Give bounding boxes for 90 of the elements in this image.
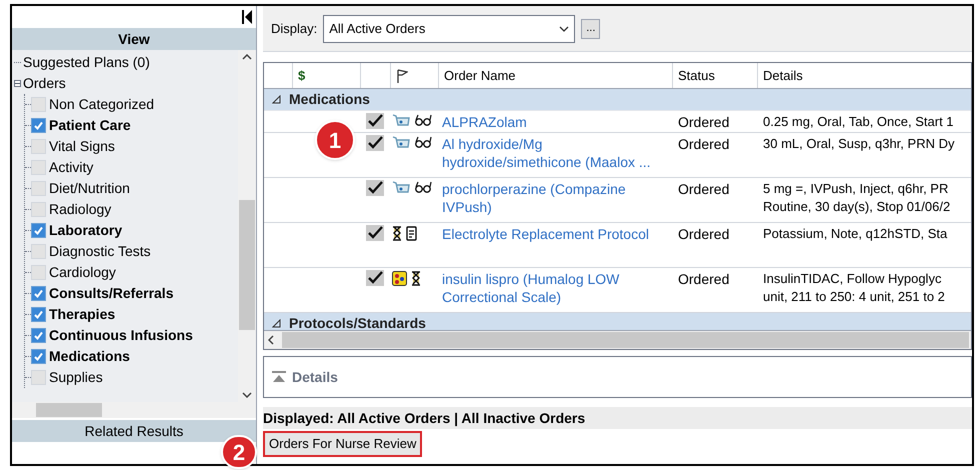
checkbox[interactable]: [31, 328, 46, 343]
checkbox[interactable]: [31, 307, 46, 322]
status-cell-text: Ordered: [677, 135, 730, 154]
flag-icon: [396, 68, 408, 82]
checkbox[interactable]: [31, 181, 46, 196]
order-name-link[interactable]: Electrolyte Replacement Protocol: [438, 223, 672, 267]
checkbox[interactable]: [31, 160, 46, 175]
scroll-up-icon[interactable]: [242, 54, 252, 60]
status-cell-text: Ordered: [677, 180, 730, 199]
checkbox[interactable]: [31, 97, 46, 112]
tree-item[interactable]: Continuous Infusions: [49, 325, 193, 346]
details-cell-text: 5 mg =, IVPush, Inject, q6hr, PR Routine, 30 day(s), Stop 01/06/2: [762, 180, 952, 216]
checkbox[interactable]: [366, 113, 384, 129]
displayed-filter-text: Displayed: All Active Orders | All Inactive Orders: [263, 408, 586, 428]
scrollbar[interactable]: [264, 330, 971, 349]
column-header[interactable]: Order Name: [438, 63, 672, 88]
scroll-thumb[interactable]: [239, 200, 255, 330]
tree-item[interactable]: Supplies: [49, 367, 103, 388]
scrollbar[interactable]: [238, 50, 256, 402]
details-cell-text: Potassium, Note, q12hSTD, Sta: [762, 225, 948, 243]
tree-item[interactable]: Non Categorized: [49, 94, 154, 115]
expand-triangle-icon[interactable]: [272, 95, 281, 104]
checkbox[interactable]: [366, 135, 384, 151]
panel-header[interactable]: Related Results: [12, 420, 256, 442]
checkbox[interactable]: [31, 265, 46, 280]
tree-item[interactable]: Diagnostic Tests: [49, 241, 151, 262]
checkbox[interactable]: [31, 349, 46, 364]
hourglass-icon: [392, 226, 402, 241]
column-header[interactable]: Details: [757, 63, 971, 88]
tree-item[interactable]: Radiology: [49, 199, 112, 220]
column-header[interactable]: Status: [672, 63, 757, 88]
checkbox[interactable]: [31, 118, 46, 133]
cart-icon: [392, 136, 410, 150]
display-label: Display:: [271, 20, 318, 38]
order-name-link[interactable]: insulin lispro (Humalog LOW Correctional Scale): [438, 268, 672, 312]
tree-item[interactable]: Vital Signs: [49, 136, 115, 157]
checkbox[interactable]: [31, 223, 46, 238]
tree-item[interactable]: Consults/Referrals: [49, 283, 174, 304]
order-name-link[interactable]: Al hydroxide/Mg hydroxide/simethicone (Maalox ...: [438, 133, 672, 177]
glasses-icon: [414, 136, 432, 148]
checkbox[interactable]: [366, 270, 384, 286]
tree-item[interactable]: Medications: [49, 346, 130, 367]
molecule-icon: [392, 271, 407, 286]
order-name-link[interactable]: prochlorperazine (Compazine IVPush): [438, 178, 672, 222]
more-button[interactable]: ...: [581, 18, 600, 38]
details-cell-text: 0.25 mg, Oral, Tab, Once, Start 1: [762, 113, 955, 131]
tree-item[interactable]: Patient Care: [49, 115, 131, 136]
tree-item[interactable]: Activity: [49, 157, 94, 178]
status-cell-text: Ordered: [677, 225, 730, 244]
collapse-toggle[interactable]: [14, 80, 21, 87]
cart-icon: [392, 181, 410, 195]
tree-item[interactable]: Therapies: [49, 304, 116, 325]
scroll-thumb[interactable]: [36, 403, 102, 417]
order-name-link[interactable]: ALPRAZolam: [438, 111, 672, 132]
tree-item[interactable]: Cardiology: [49, 262, 116, 283]
scroll-thumb[interactable]: [282, 332, 969, 348]
checkbox[interactable]: [31, 286, 46, 301]
tree-item[interactable]: Orders: [23, 73, 66, 94]
display-select[interactable]: All Active Orders: [323, 14, 576, 42]
status-cell-text: Ordered: [677, 270, 730, 289]
document-icon: [406, 226, 417, 241]
checkbox[interactable]: [31, 139, 46, 154]
expand-icon[interactable]: [272, 371, 286, 383]
collapse-icon[interactable]: [242, 10, 252, 24]
group-label: Protocols/Standards: [289, 314, 426, 330]
checkbox[interactable]: [366, 180, 384, 196]
scrollbar[interactable]: [12, 402, 256, 418]
expand-triangle-icon[interactable]: [272, 319, 281, 328]
checkbox[interactable]: [31, 202, 46, 217]
tree-item[interactable]: Suggested Plans (0): [23, 52, 150, 73]
checkbox[interactable]: [366, 225, 384, 241]
scroll-left-icon[interactable]: [268, 335, 274, 345]
details-panel[interactable]: Details: [263, 356, 972, 398]
details-cell-text: 30 mL, Oral, Susp, q3hr, PRN Dy: [762, 135, 956, 153]
cart-icon: [392, 114, 410, 128]
scroll-down-icon[interactable]: [242, 392, 252, 398]
details-cell-text: InsulinTIDAC, Follow Hypoglyc unit, 211 to 250: 4 unit, 251 to 2: [762, 270, 946, 306]
chevron-down-icon: [559, 26, 570, 32]
tree-item[interactable]: Diet/Nutrition: [49, 178, 130, 199]
nurse-review-button[interactable]: Orders For Nurse Review: [263, 431, 422, 457]
panel-header: View: [12, 28, 256, 50]
hourglass-icon: [411, 271, 421, 286]
column-header[interactable]: $: [292, 63, 360, 88]
checkbox[interactable]: [31, 244, 46, 259]
group-label: Medications: [289, 90, 370, 109]
tree-item[interactable]: Laboratory: [49, 220, 122, 241]
checkbox[interactable]: [31, 370, 46, 385]
glasses-icon: [414, 114, 432, 126]
status-cell-text: Ordered: [677, 113, 730, 132]
glasses-icon: [414, 181, 432, 193]
